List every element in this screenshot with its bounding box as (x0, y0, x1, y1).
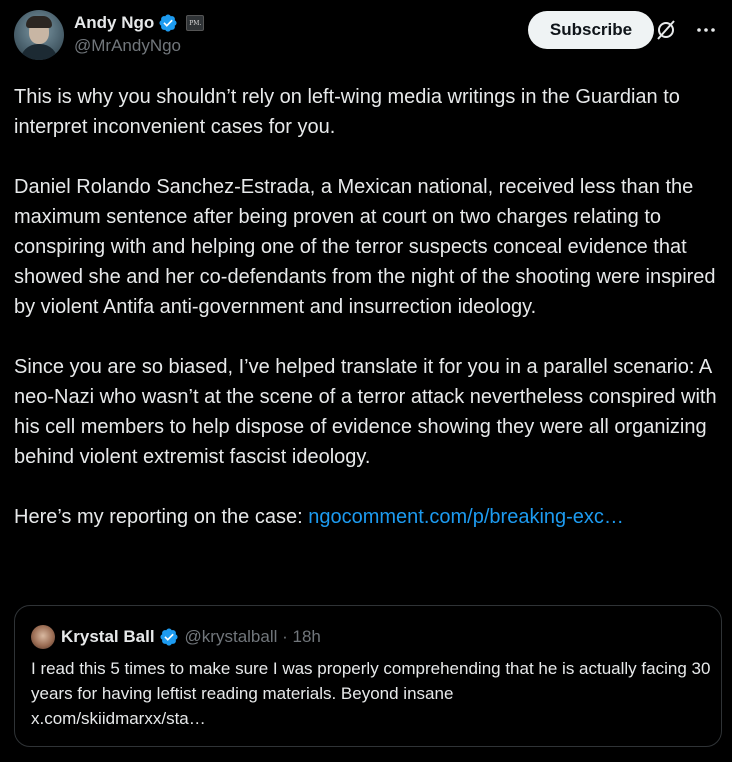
reporting-prefix: Here’s my reporting on the case: (14, 506, 309, 528)
author-avatar[interactable] (14, 10, 64, 60)
tweet-paragraph: Since you are so biased, I’ve helped tra… (14, 356, 717, 468)
quoted-tweet-text: I read this 5 times to make sure I was p… (31, 656, 711, 731)
more-icon[interactable] (694, 18, 718, 42)
author-info: Andy Ngo PM. @MrAndyNgo (74, 12, 205, 56)
affiliation-badge[interactable]: PM. (186, 15, 205, 31)
tweet-header: Andy Ngo PM. @MrAndyNgo Subscribe (14, 10, 718, 60)
grok-icon[interactable] (654, 18, 678, 42)
author-display-name[interactable]: Andy Ngo (74, 13, 154, 33)
quoted-author-name[interactable]: Krystal Ball (61, 627, 155, 647)
tweet-paragraph: Daniel Rolando Sanchez-Estrada, a Mexica… (14, 176, 716, 318)
tweet-paragraph: This is why you shouldn’t rely on left-w… (14, 86, 680, 138)
reporting-line: Here’s my reporting on the case: ngocomm… (14, 502, 724, 532)
verified-badge-icon[interactable] (159, 627, 179, 647)
quoted-tweet-header: Krystal Ball @krystalball · 18h (31, 624, 321, 650)
tweet-body: This is why you shouldn’t rely on left-w… (14, 82, 724, 562)
quoted-author-handle-time[interactable]: @krystalball · 18h (185, 627, 321, 647)
reporting-link[interactable]: ngocomment.com/p/breaking-exc… (308, 506, 624, 528)
quoted-tweet-body: I read this 5 times to make sure I was p… (31, 659, 711, 703)
quoted-tweet[interactable]: Krystal Ball @krystalball · 18h I read t… (14, 605, 722, 747)
quoted-author-avatar[interactable] (31, 625, 55, 649)
subscribe-button[interactable]: Subscribe (528, 11, 654, 49)
quoted-tweet-link[interactable]: x.com/skiidmarxx/sta… (31, 706, 711, 731)
verified-badge-icon[interactable] (158, 13, 178, 33)
author-handle[interactable]: @MrAndyNgo (74, 36, 204, 56)
